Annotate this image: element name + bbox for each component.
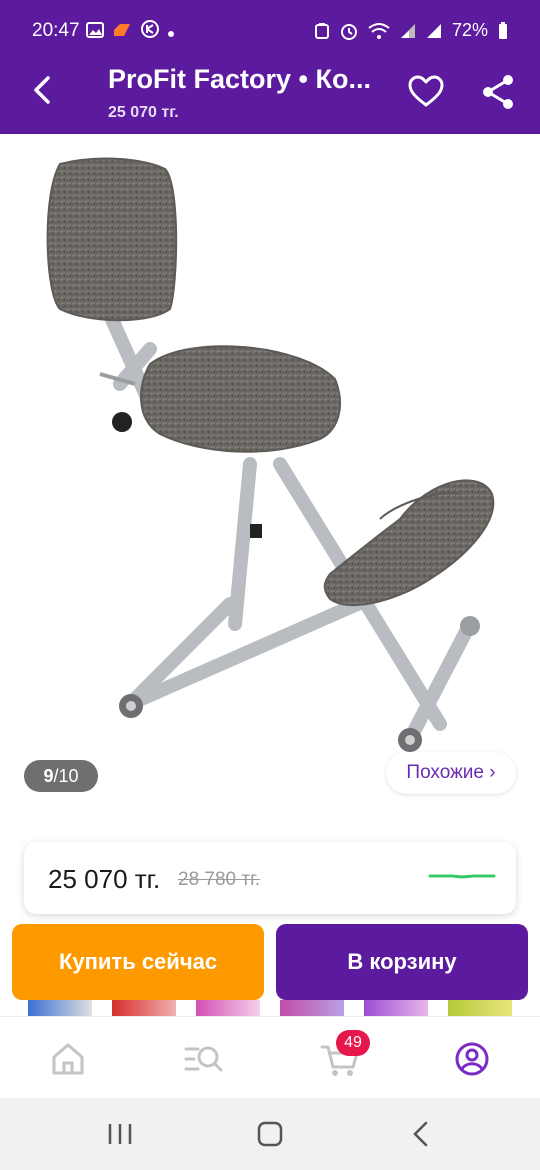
share-icon[interactable]: [478, 72, 518, 112]
old-price: 28 780 тг.: [178, 869, 260, 890]
header-price: 25 070 тг.: [108, 104, 179, 121]
app-icon: [140, 20, 159, 38]
dot-icon: [168, 31, 175, 37]
bottom-navigation: [0, 1016, 540, 1099]
cart-count-badge: 49: [336, 1030, 370, 1056]
current-price: 25 070 тг.: [48, 864, 161, 894]
image-counter-total: 10: [58, 765, 79, 786]
battery-percent: 72%: [451, 20, 488, 40]
system-navigation-bar: [0, 1098, 540, 1170]
back-button-icon[interactable]: [404, 1118, 440, 1150]
home-icon[interactable]: [44, 1035, 92, 1083]
thumbnail[interactable]: [28, 1000, 92, 1016]
recycle-icon: [314, 22, 329, 39]
thumbnail[interactable]: [196, 1000, 260, 1016]
battery-icon: [499, 21, 507, 39]
home-button-icon[interactable]: [252, 1118, 288, 1150]
add-to-cart-button[interactable]: В корзину: [276, 924, 528, 1000]
thumbnail[interactable]: [364, 1000, 428, 1016]
image-counter: 9 / 10: [24, 760, 98, 792]
thumbnail[interactable]: [112, 1000, 176, 1016]
price-trend-line: [428, 874, 496, 879]
system-tray: 72%: [314, 20, 508, 41]
image-icon: [86, 22, 104, 38]
alarm-icon: [340, 23, 357, 40]
price-card: 25 070 тг. 28 780 тг.: [24, 842, 516, 914]
notification-icons: [86, 20, 175, 43]
recent-apps-icon[interactable]: [102, 1118, 138, 1150]
image-counter-current: 9: [43, 765, 54, 786]
wifi-icon: [368, 22, 390, 39]
thumbnail[interactable]: [448, 1000, 512, 1016]
heart-icon[interactable]: [406, 72, 446, 112]
signal-icon: [426, 23, 441, 38]
profile-icon[interactable]: [448, 1035, 496, 1083]
buy-now-button[interactable]: Купить сейчас: [12, 924, 264, 1000]
thumbnail[interactable]: [280, 1000, 344, 1016]
signal-icon: [400, 23, 415, 38]
product-title: ProFit Factory • Ко...: [108, 64, 371, 94]
product-image-gallery[interactable]: [0, 134, 540, 824]
back-arrow-icon[interactable]: [22, 70, 62, 110]
kneeling-chair-image: [46, 157, 495, 752]
recommendation-strip: [0, 1000, 540, 1016]
catalog-search-icon[interactable]: [180, 1035, 228, 1083]
status-time: 20:47: [32, 20, 80, 41]
app-header: ProFit Factory • Ко... 25 070 тг.: [0, 48, 540, 134]
brand-icon: [114, 24, 131, 36]
similar-products-button[interactable]: Похожие ›: [386, 752, 516, 794]
